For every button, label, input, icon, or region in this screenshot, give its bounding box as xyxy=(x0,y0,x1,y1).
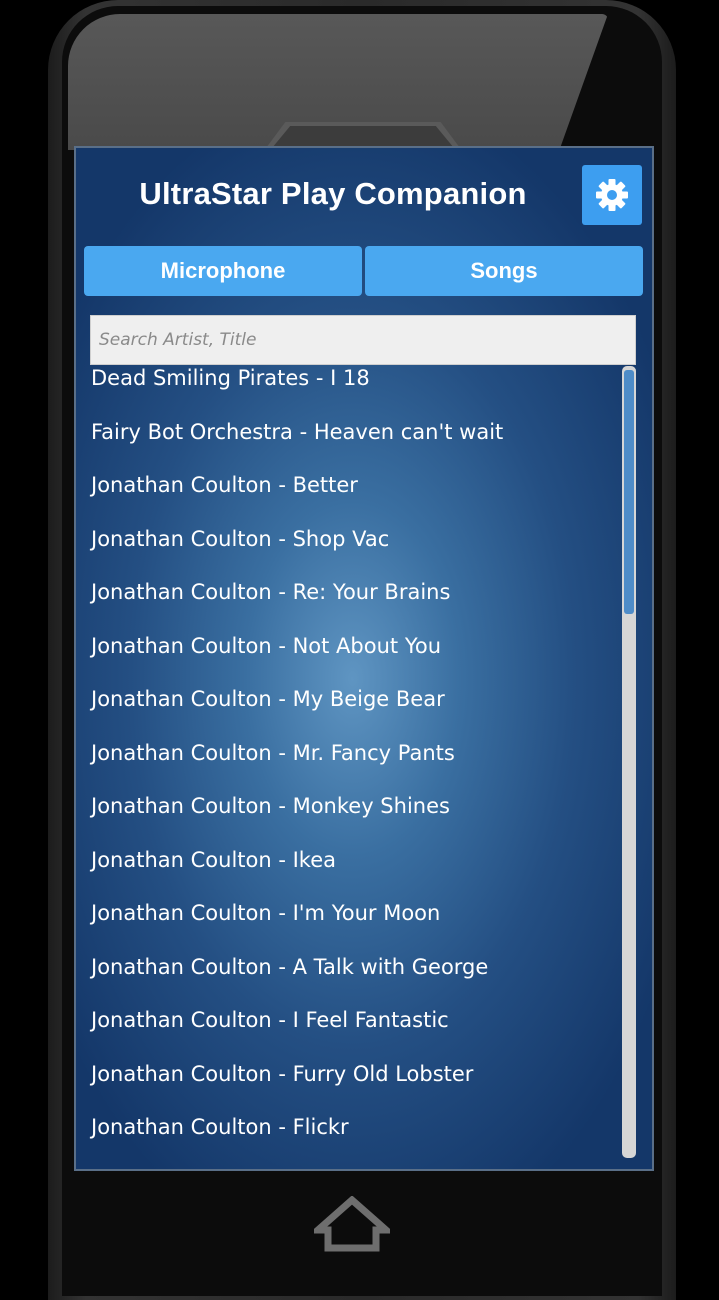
app-screen: UltraStar Play Companion Microphone Song… xyxy=(76,148,652,1169)
song-item[interactable]: Jonathan Coulton - I Feel Fantastic xyxy=(91,1000,449,1040)
song-item[interactable]: Jonathan Coulton - My Beige Bear xyxy=(91,679,445,719)
search-input[interactable] xyxy=(90,315,636,365)
song-item[interactable]: Jonathan Coulton - A Talk with George xyxy=(91,947,488,987)
song-item[interactable]: Jonathan Coulton - Mr. Fancy Pants xyxy=(91,733,455,773)
scrollbar-track[interactable] xyxy=(622,366,636,1158)
settings-button[interactable] xyxy=(582,165,642,225)
song-item[interactable]: Jonathan Coulton - I'm Your Moon xyxy=(91,893,440,933)
phone-speaker xyxy=(266,122,460,148)
song-item[interactable]: Jonathan Coulton - Not About You xyxy=(91,626,441,666)
song-item[interactable]: Jonathan Coulton - Shop Vac xyxy=(91,519,389,559)
song-item[interactable]: Jonathan Coulton - Re: Your Brains xyxy=(91,572,450,612)
scrollbar-thumb[interactable] xyxy=(624,370,634,614)
gear-icon xyxy=(596,179,628,211)
song-item[interactable]: Jonathan Coulton - Flickr xyxy=(91,1107,349,1147)
song-list: Dead Smiling Pirates - I 18 Fairy Bot Or… xyxy=(76,364,616,1169)
song-item[interactable]: Jonathan Coulton - Ikea xyxy=(91,840,336,880)
song-item[interactable]: Jonathan Coulton - Monkey Shines xyxy=(91,786,450,826)
tab-songs[interactable]: Songs xyxy=(365,246,643,296)
song-item[interactable]: Jonathan Coulton - Better xyxy=(91,465,358,505)
song-item[interactable]: Dead Smiling Pirates - I 18 xyxy=(91,364,370,398)
song-item[interactable]: Jonathan Coulton - Furry Old Lobster xyxy=(91,1054,473,1094)
tab-microphone[interactable]: Microphone xyxy=(84,246,362,296)
app-title: UltraStar Play Companion xyxy=(139,176,527,211)
song-item[interactable]: Fairy Bot Orchestra - Heaven can't wait xyxy=(91,412,503,452)
home-icon[interactable] xyxy=(314,1196,390,1252)
